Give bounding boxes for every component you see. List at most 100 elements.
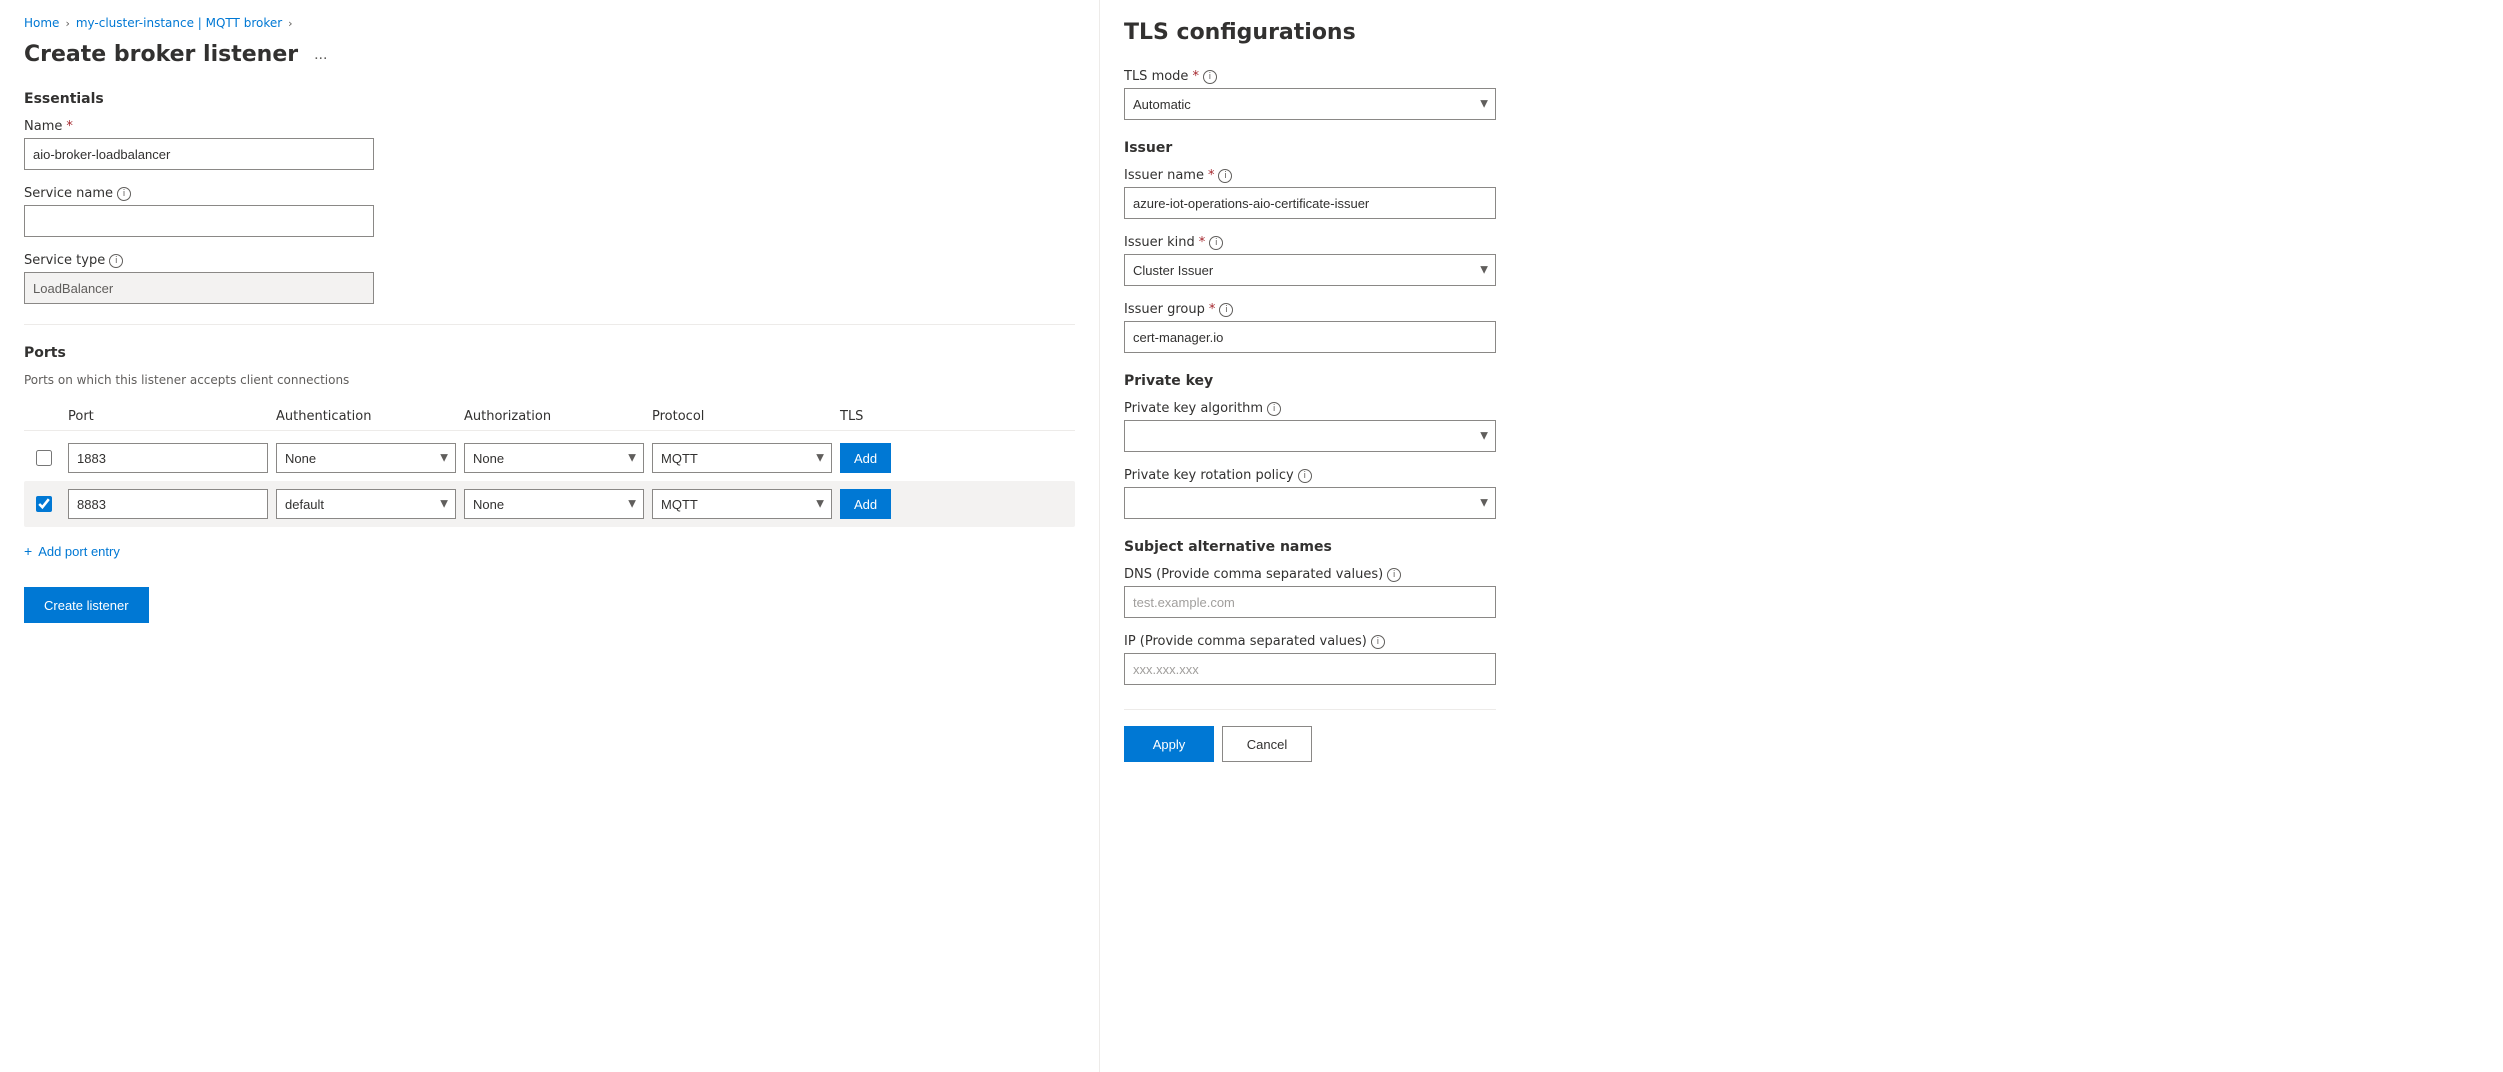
private-key-rotation-wrapper: ▼ <box>1124 487 1496 519</box>
tls-mode-required: * <box>1192 69 1199 84</box>
row2-port-cell <box>68 489 268 519</box>
issuer-kind-info-icon[interactable]: i <box>1209 236 1223 250</box>
issuer-name-field-group: Issuer name * i <box>1124 168 1496 219</box>
col-header-authorization: Authorization <box>464 409 644 424</box>
issuer-name-label: Issuer name * i <box>1124 168 1496 183</box>
breadcrumb-home[interactable]: Home <box>24 16 59 30</box>
ip-field-group: IP (Provide comma separated values) i <box>1124 634 1496 685</box>
tls-mode-select[interactable]: Automatic Manual None <box>1124 88 1496 120</box>
table-row: None default ▼ None ▼ MQTT ▼ <box>24 481 1075 527</box>
row2-auth-wrapper: None default ▼ <box>276 489 456 519</box>
private-key-section-header: Private key <box>1124 373 1496 389</box>
col-header-port: Port <box>68 409 268 424</box>
ellipsis-button[interactable]: ... <box>308 44 333 66</box>
ip-label: IP (Provide comma separated values) i <box>1124 634 1496 649</box>
row1-checkbox-cell <box>28 450 60 466</box>
row2-authz-wrapper: None ▼ <box>464 489 644 519</box>
private-key-rotation-info-icon[interactable]: i <box>1298 469 1312 483</box>
row1-auth-select[interactable]: None default <box>276 443 456 473</box>
row2-protocol-select[interactable]: MQTT <box>652 489 832 519</box>
issuer-name-required: * <box>1208 168 1215 183</box>
add-port-button[interactable]: + Add port entry <box>24 539 120 563</box>
col-header-tls: TLS <box>840 409 920 424</box>
row1-auth-wrapper: None default ▼ <box>276 443 456 473</box>
row2-checkbox-cell <box>28 496 60 512</box>
issuer-group-required: * <box>1209 302 1216 317</box>
breadcrumb-sep-2: › <box>288 17 292 30</box>
row1-authz-select[interactable]: None <box>464 443 644 473</box>
service-name-info-icon[interactable]: i <box>117 187 131 201</box>
service-type-info-icon[interactable]: i <box>109 254 123 268</box>
issuer-group-field-group: Issuer group * i <box>1124 302 1496 353</box>
row2-port-input[interactable] <box>68 489 268 519</box>
tls-mode-wrapper: Automatic Manual None ▼ <box>1124 88 1496 120</box>
row1-protocol-select[interactable]: MQTT <box>652 443 832 473</box>
private-key-rotation-select[interactable] <box>1124 487 1496 519</box>
breadcrumb-cluster[interactable]: my-cluster-instance | MQTT broker <box>76 16 282 30</box>
dns-input[interactable] <box>1124 586 1496 618</box>
issuer-name-input[interactable] <box>1124 187 1496 219</box>
col-header-protocol: Protocol <box>652 409 832 424</box>
private-key-rotation-field-group: Private key rotation policy i ▼ <box>1124 468 1496 519</box>
service-name-label: Service name i <box>24 186 1075 201</box>
essentials-section: Essentials Name * Service name i Service… <box>24 91 1075 304</box>
row1-checkbox[interactable] <box>36 450 52 466</box>
apply-button[interactable]: Apply <box>1124 726 1214 762</box>
ports-subtitle: Ports on which this listener accepts cli… <box>24 373 1075 387</box>
issuer-group-info-icon[interactable]: i <box>1219 303 1233 317</box>
private-key-algo-info-icon[interactable]: i <box>1267 402 1281 416</box>
issuer-group-label: Issuer group * i <box>1124 302 1496 317</box>
service-name-input[interactable] <box>24 205 374 237</box>
san-section-header: Subject alternative names <box>1124 539 1496 555</box>
row1-add-button[interactable]: Add <box>840 443 891 473</box>
issuer-section-header: Issuer <box>1124 140 1496 156</box>
row2-add-cell: Add <box>840 489 920 519</box>
ports-section: Ports Ports on which this listener accep… <box>24 345 1075 563</box>
page-title: Create broker listener <box>24 42 298 67</box>
row1-protocol-wrapper: MQTT ▼ <box>652 443 832 473</box>
ip-input[interactable] <box>1124 653 1496 685</box>
private-key-algo-field-group: Private key algorithm i ▼ <box>1124 401 1496 452</box>
main-panel: Home › my-cluster-instance | MQTT broker… <box>0 0 1100 1072</box>
row1-authz-wrapper: None ▼ <box>464 443 644 473</box>
row2-authz-select[interactable]: None <box>464 489 644 519</box>
dns-field-group: DNS (Provide comma separated values) i <box>1124 567 1496 618</box>
issuer-kind-required: * <box>1199 235 1206 250</box>
ip-info-icon[interactable]: i <box>1371 635 1385 649</box>
name-label: Name * <box>24 119 1075 134</box>
add-port-label: Add port entry <box>38 544 120 559</box>
create-listener-button[interactable]: Create listener <box>24 587 149 623</box>
tls-actions: Apply Cancel <box>1124 709 1496 762</box>
row1-port-input[interactable] <box>68 443 268 473</box>
service-type-field-group: Service type i <box>24 253 1075 304</box>
issuer-kind-field-group: Issuer kind * i Cluster Issuer Issuer ▼ <box>1124 235 1496 286</box>
tls-panel: TLS configurations TLS mode * i Automati… <box>1100 0 1520 1072</box>
name-field-group: Name * <box>24 119 1075 170</box>
row2-add-button[interactable]: Add <box>840 489 891 519</box>
tls-title: TLS configurations <box>1124 20 1496 45</box>
issuer-kind-wrapper: Cluster Issuer Issuer ▼ <box>1124 254 1496 286</box>
row2-protocol-wrapper: MQTT ▼ <box>652 489 832 519</box>
row1-port-cell <box>68 443 268 473</box>
service-type-input <box>24 272 374 304</box>
ports-title: Ports <box>24 345 1075 361</box>
page-title-row: Create broker listener ... <box>24 42 1075 67</box>
dns-info-icon[interactable]: i <box>1387 568 1401 582</box>
ports-table: Port Authentication Authorization Protoc… <box>24 403 1075 527</box>
ports-table-header: Port Authentication Authorization Protoc… <box>24 403 1075 431</box>
tls-mode-info-icon[interactable]: i <box>1203 70 1217 84</box>
issuer-name-info-icon[interactable]: i <box>1218 169 1232 183</box>
private-key-algo-wrapper: ▼ <box>1124 420 1496 452</box>
cancel-button[interactable]: Cancel <box>1222 726 1312 762</box>
issuer-group-input[interactable] <box>1124 321 1496 353</box>
tls-mode-field-group: TLS mode * i Automatic Manual None ▼ <box>1124 69 1496 120</box>
service-name-field-group: Service name i <box>24 186 1075 237</box>
row2-checkbox[interactable] <box>36 496 52 512</box>
issuer-kind-select[interactable]: Cluster Issuer Issuer <box>1124 254 1496 286</box>
row2-auth-select[interactable]: None default <box>276 489 456 519</box>
service-type-label: Service type i <box>24 253 1075 268</box>
breadcrumb-sep-1: › <box>65 17 69 30</box>
private-key-algo-select[interactable] <box>1124 420 1496 452</box>
name-input[interactable] <box>24 138 374 170</box>
table-row: None default ▼ None ▼ MQTT ▼ <box>24 435 1075 481</box>
